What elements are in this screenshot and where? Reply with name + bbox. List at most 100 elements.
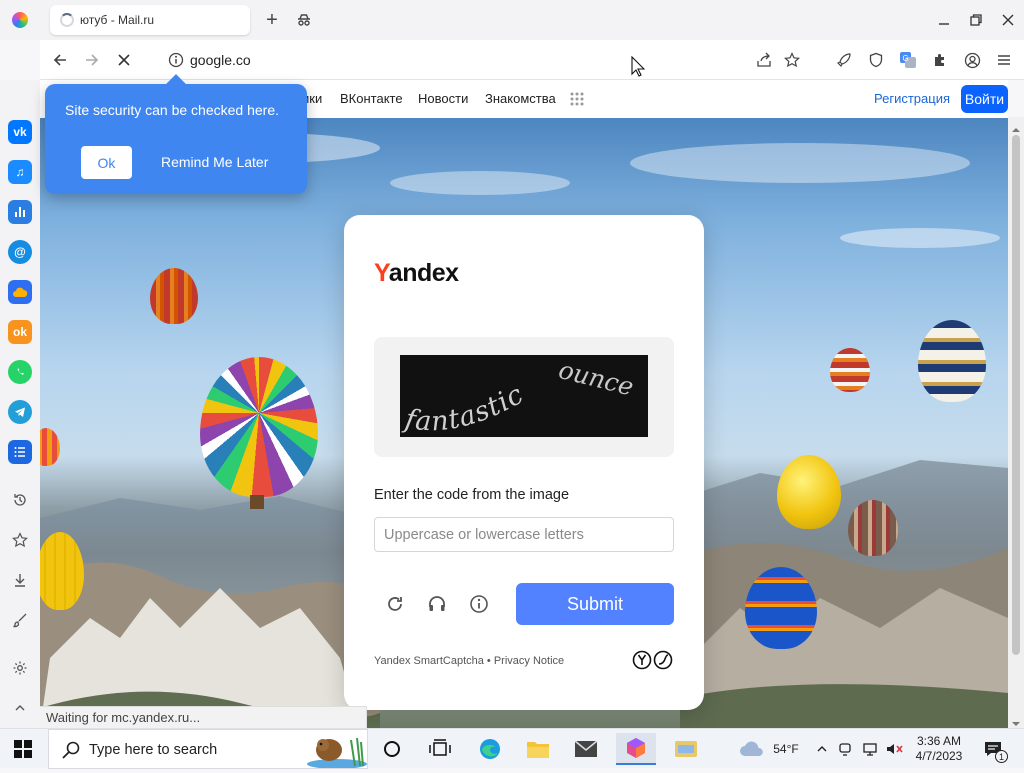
brush-icon[interactable] <box>10 610 30 630</box>
yandex-browser-taskbar-icon[interactable] <box>616 733 656 765</box>
nav-link-news[interactable]: Новости <box>418 91 468 106</box>
scrollbar-thumb[interactable] <box>1012 135 1020 655</box>
captcha-word: fantastic <box>401 379 528 437</box>
back-icon[interactable] <box>50 50 70 70</box>
list-app-icon[interactable] <box>8 440 32 464</box>
stop-loading-icon[interactable] <box>114 50 134 70</box>
menu-icon[interactable] <box>994 50 1014 70</box>
hot-air-balloon <box>777 455 841 529</box>
network-icon[interactable] <box>860 729 880 769</box>
hot-air-balloon <box>830 348 870 392</box>
remind-later-button[interactable]: Remind Me Later <box>161 154 268 170</box>
rocket-icon[interactable] <box>834 50 854 70</box>
svg-text:G: G <box>903 54 909 63</box>
yandex-cloud-logo-icon <box>632 650 676 670</box>
ok-button[interactable]: Ok <box>81 146 132 179</box>
info-icon[interactable] <box>468 593 490 615</box>
tooltip-message: Site security can be checked here. <box>65 102 280 118</box>
captcha-input[interactable] <box>374 517 674 552</box>
browser-sidebar: vk ♫ @ ok <box>0 80 40 728</box>
incognito-icon[interactable] <box>294 10 314 30</box>
yandex-logo-rest: andex <box>388 259 459 287</box>
cloud-icon[interactable] <box>8 280 32 304</box>
telegram-icon[interactable] <box>8 400 32 424</box>
file-explorer-icon[interactable] <box>518 733 558 765</box>
show-hidden-icons-chevron-icon[interactable] <box>814 729 830 769</box>
translate-icon[interactable]: G <box>898 50 918 70</box>
scroll-down-arrow-icon[interactable] <box>1012 715 1020 726</box>
shield-icon[interactable] <box>866 50 886 70</box>
site-info-icon[interactable] <box>166 50 186 70</box>
yandex-logo-y: Y <box>374 259 389 287</box>
downloads-icon[interactable] <box>10 570 30 590</box>
captcha-card: Yandex fantastic ounce Enter the code fr… <box>344 215 704 710</box>
clock-date: 4/7/2023 <box>915 749 963 763</box>
browser-logo-icon[interactable] <box>12 12 28 28</box>
refresh-icon[interactable] <box>384 593 406 615</box>
vk-icon[interactable]: vk <box>8 120 32 144</box>
windows-taskbar: Type here to search 54°F 3:36 AM 4/7/202… <box>0 728 1024 769</box>
captcha-image: fantastic ounce <box>400 355 648 437</box>
security-tooltip: Site security can be checked here. Ok Re… <box>45 74 307 194</box>
title-bar: ютуб - Mail.ru + <box>0 0 1024 40</box>
weather-temperature[interactable]: 54°F <box>768 729 804 769</box>
windows-start-icon[interactable] <box>14 740 32 758</box>
music-icon[interactable]: ♫ <box>8 160 32 184</box>
yandex-logo: Yandex <box>374 259 459 288</box>
browser-tab[interactable]: ютуб - Mail.ru <box>50 5 250 35</box>
bookmark-star-icon[interactable] <box>782 50 802 70</box>
mail-app-icon[interactable] <box>566 733 606 765</box>
settings-gear-icon[interactable] <box>10 658 30 678</box>
search-icon <box>61 740 81 760</box>
whatsapp-icon[interactable] <box>8 360 32 384</box>
submit-button[interactable]: Submit <box>516 583 674 625</box>
notification-badge: 1 <box>995 750 1008 763</box>
minimize-icon[interactable] <box>934 10 954 30</box>
favorites-icon[interactable] <box>10 530 30 550</box>
history-icon[interactable] <box>10 490 30 510</box>
mail-at-icon[interactable]: @ <box>8 240 32 264</box>
login-button[interactable]: Войти <box>961 85 1008 113</box>
task-view-icon[interactable] <box>429 739 451 759</box>
taskbar-clock[interactable]: 3:36 AM 4/7/2023 <box>910 729 968 769</box>
share-icon[interactable] <box>754 50 774 70</box>
register-link[interactable]: Регистрация <box>874 91 950 106</box>
weather-cloud-icon[interactable] <box>738 739 766 759</box>
new-tab-icon[interactable]: + <box>262 9 282 31</box>
volume-muted-icon[interactable] <box>884 729 906 769</box>
extensions-icon[interactable] <box>930 50 950 70</box>
forward-icon[interactable] <box>82 50 102 70</box>
audio-headphones-icon[interactable] <box>426 593 448 615</box>
cortana-icon[interactable] <box>382 739 402 759</box>
scroll-up-arrow-icon[interactable] <box>1012 121 1020 132</box>
hot-air-balloon <box>150 268 198 324</box>
apps-grid-icon[interactable] <box>570 92 584 106</box>
restore-icon[interactable] <box>966 10 986 30</box>
hot-air-balloon <box>918 320 986 402</box>
status-bar: Waiting for mc.yandex.ru... <box>40 706 367 728</box>
clock-time: 3:36 AM <box>916 734 962 748</box>
hot-air-balloon <box>745 567 817 649</box>
keyboard-app-icon[interactable] <box>666 733 706 765</box>
privacy-notice-link[interactable]: Privacy Notice <box>494 655 564 667</box>
page-scrollbar[interactable] <box>1008 117 1024 728</box>
nav-link-vkontakte[interactable]: ВКонтакте <box>340 91 403 106</box>
stats-icon[interactable] <box>8 200 32 224</box>
navigation-toolbar: google.co G <box>40 40 1024 80</box>
footer-separator: • <box>486 655 491 667</box>
edge-browser-icon[interactable] <box>470 733 510 765</box>
close-icon[interactable] <box>998 10 1018 30</box>
webcam-icon[interactable] <box>836 729 854 769</box>
search-highlight-beaver-icon <box>301 732 367 769</box>
tab-title: ютуб - Mail.ru <box>80 13 155 27</box>
collapse-chevron-icon[interactable] <box>10 698 30 718</box>
address-url[interactable]: google.co <box>190 52 251 68</box>
smartcaptcha-link[interactable]: Yandex SmartCaptcha <box>374 655 484 667</box>
taskbar-search-box[interactable]: Type here to search <box>48 729 368 769</box>
notifications-icon[interactable]: 1 <box>978 729 1008 769</box>
account-icon[interactable] <box>962 50 982 70</box>
captcha-word: ounce <box>556 355 637 401</box>
odnoklassniki-icon[interactable]: ok <box>8 320 32 344</box>
nav-link-dating[interactable]: Знакомства <box>485 91 556 106</box>
captcha-prompt: Enter the code from the image <box>374 487 570 503</box>
